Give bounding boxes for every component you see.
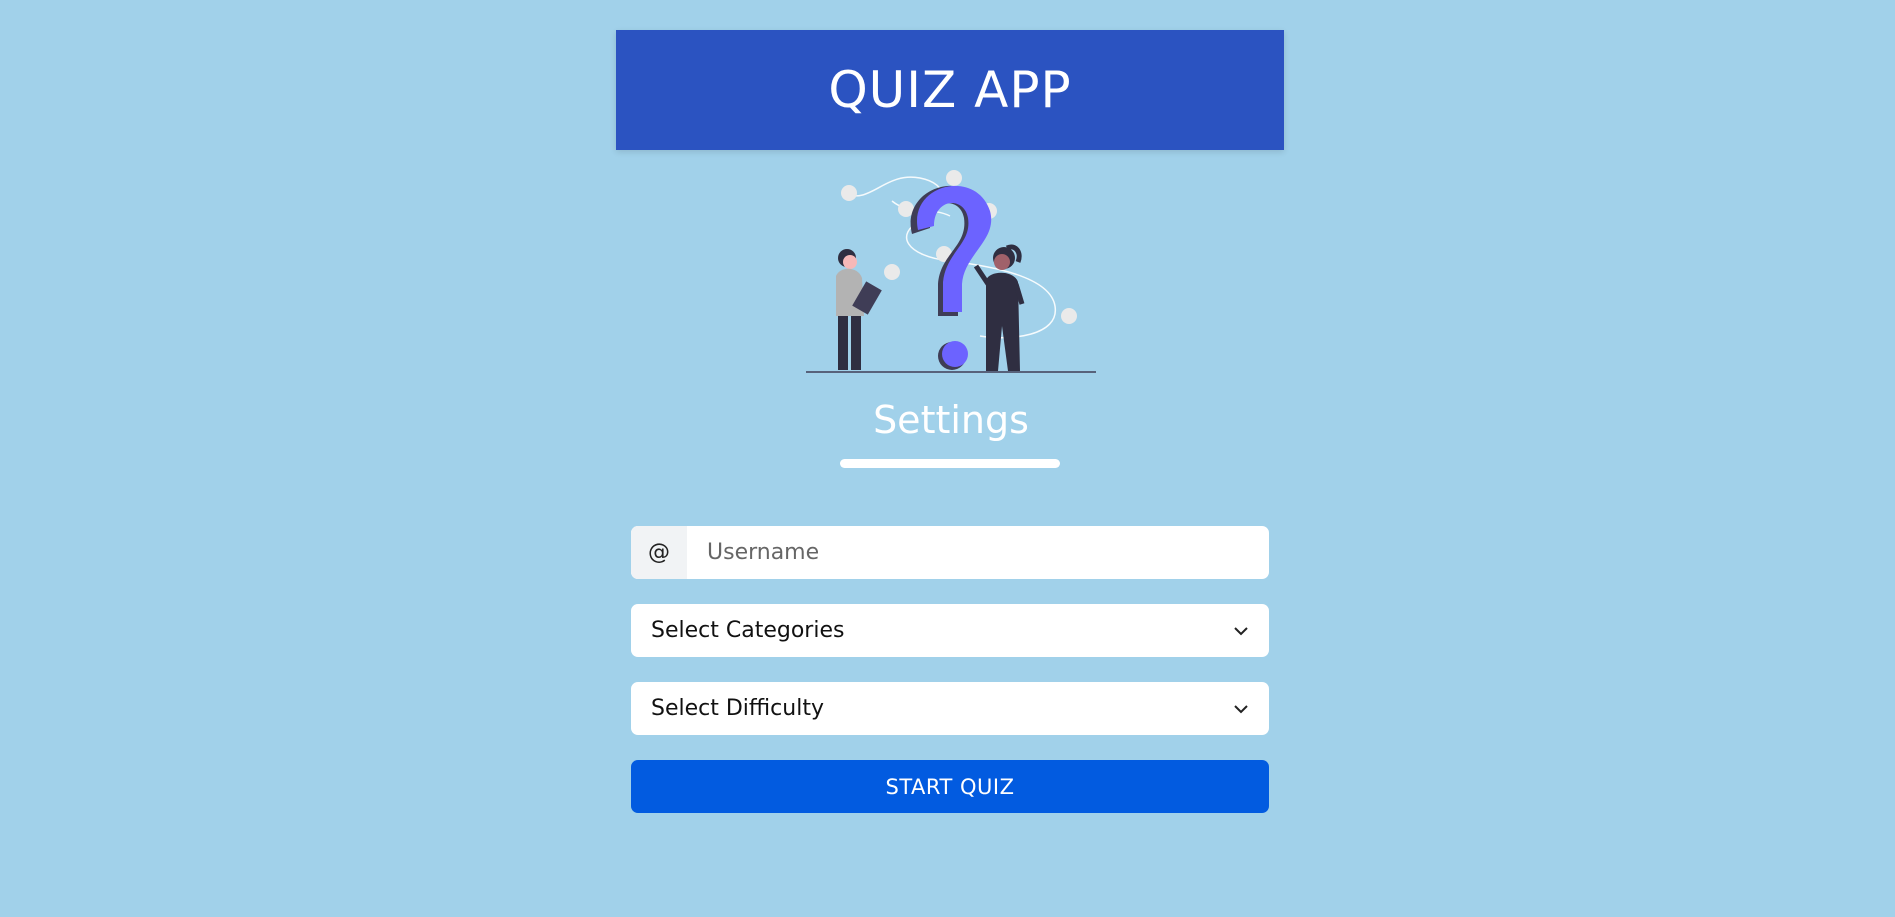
chevron-down-icon [1234, 626, 1248, 635]
categories-select[interactable]: Select Categories [631, 604, 1269, 657]
username-field: @ [631, 526, 1269, 579]
app-header: QUIZ APP [616, 30, 1284, 150]
start-quiz-button[interactable]: START QUIZ [631, 760, 1269, 813]
difficulty-select[interactable]: Select Difficulty [631, 682, 1269, 735]
app-title: QUIZ APP [828, 61, 1072, 119]
settings-underline [840, 459, 1060, 468]
quiz-illustration-icon [806, 170, 1096, 373]
categories-select-label: Select Categories [651, 618, 845, 643]
chevron-down-icon [1234, 704, 1248, 713]
difficulty-select-label: Select Difficulty [651, 696, 824, 721]
username-input[interactable] [687, 526, 1269, 579]
settings-title: Settings [873, 398, 1029, 442]
at-prefix: @ [631, 526, 687, 579]
